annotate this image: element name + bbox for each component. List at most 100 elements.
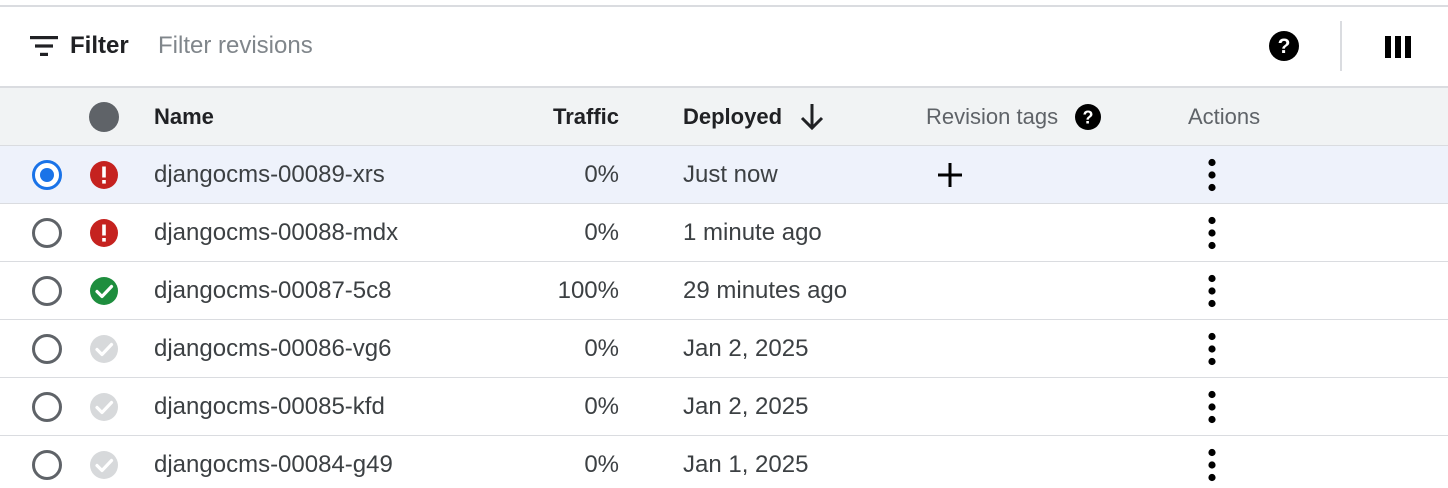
row-traffic-cell: 0% — [500, 378, 619, 435]
svg-text:?: ? — [1083, 107, 1094, 127]
filter-bar: Filter ? — [0, 7, 1448, 85]
row-traffic-cell: 0% — [500, 320, 619, 377]
row-tags-cell — [926, 146, 1166, 203]
row-name-cell: djangocms-00084-g49 — [154, 436, 514, 488]
revision-name: djangocms-00084-g49 — [154, 450, 393, 478]
table-row[interactable]: djangocms-00086-vg6 0% Jan 2, 2025 — [0, 320, 1448, 378]
row-traffic-cell: 100% — [500, 262, 619, 319]
row-radio-cell — [30, 146, 64, 203]
row-traffic-cell: 0% — [500, 204, 619, 261]
row-name-cell: djangocms-00088-mdx — [154, 204, 514, 261]
inactive-check-icon — [90, 392, 118, 421]
filter-button[interactable]: Filter — [30, 29, 129, 63]
row-status — [88, 378, 120, 435]
deployed-header-label: Deployed — [683, 103, 783, 129]
deployed-time: Jan 2, 2025 — [683, 392, 809, 420]
revision-name: djangocms-00088-mdx — [154, 218, 399, 246]
row-name-cell: djangocms-00086-vg6 — [154, 320, 514, 377]
row-deployed-cell: 1 minute ago — [683, 204, 903, 261]
row-radio-button[interactable] — [32, 159, 62, 190]
traffic-value: 0% — [584, 392, 619, 420]
row-actions-cell — [1196, 262, 1228, 319]
traffic-header-label: Traffic — [552, 103, 619, 129]
row-deployed-cell: 29 minutes ago — [683, 262, 903, 319]
more-vert-icon[interactable] — [1207, 158, 1217, 192]
revisions-table: Name Traffic Deployed Revision tags ? Ac… — [0, 86, 1448, 488]
revisions-panel: Filter ? Name Traffic Deployed — [0, 0, 1448, 488]
status-header — [88, 88, 120, 145]
row-name-cell: djangocms-00089-xrs — [154, 146, 514, 203]
deployed-time: Jan 2, 2025 — [683, 334, 809, 362]
more-vert-icon[interactable] — [1207, 332, 1217, 366]
row-radio-button[interactable] — [32, 217, 62, 248]
row-actions-cell — [1196, 146, 1228, 203]
table-row[interactable]: djangocms-00087-5c8 100% 29 minutes ago — [0, 262, 1448, 320]
traffic-value: 0% — [584, 160, 619, 188]
row-name-cell: djangocms-00087-5c8 — [154, 262, 514, 319]
name-header[interactable]: Name — [154, 88, 514, 145]
row-radio-button[interactable] — [32, 449, 62, 480]
row-radio-cell — [30, 262, 64, 319]
traffic-header[interactable]: Traffic — [500, 88, 619, 145]
deployed-header[interactable]: Deployed — [683, 88, 903, 145]
row-deployed-cell: Jan 1, 2025 — [683, 436, 903, 488]
revision-tags-header-label: Revision tags — [926, 103, 1059, 129]
row-tags-cell — [926, 320, 1166, 377]
check-circle-icon — [90, 276, 118, 305]
row-radio-button[interactable] — [32, 391, 62, 422]
name-header-label: Name — [154, 103, 214, 129]
revision-name: djangocms-00087-5c8 — [154, 276, 392, 304]
traffic-value: 0% — [584, 334, 619, 362]
more-vert-icon[interactable] — [1207, 448, 1217, 482]
deployed-time: Just now — [683, 160, 778, 188]
row-actions-cell — [1196, 204, 1228, 261]
traffic-value: 0% — [584, 450, 619, 478]
revision-name: djangocms-00089-xrs — [154, 160, 385, 188]
row-tags-cell — [926, 204, 1166, 261]
row-status — [88, 320, 120, 377]
help-icon[interactable]: ? — [1074, 103, 1102, 131]
arrow-down-icon[interactable] — [800, 103, 824, 131]
svg-text:?: ? — [1278, 35, 1291, 58]
inactive-check-icon — [90, 334, 118, 363]
add-tag-icon[interactable] — [936, 161, 964, 189]
row-actions-cell — [1196, 436, 1228, 488]
row-radio-cell — [30, 204, 64, 261]
revision-name: djangocms-00085-kfd — [154, 392, 385, 420]
table-body: djangocms-00089-xrs 0% Just now djangocms-0… — [0, 146, 1448, 488]
table-row[interactable]: djangocms-00084-g49 0% Jan 1, 2025 — [0, 436, 1448, 488]
table-row[interactable]: djangocms-00088-mdx 0% 1 minute ago — [0, 204, 1448, 262]
row-status — [88, 146, 120, 203]
help-icon[interactable]: ? — [1268, 30, 1300, 62]
table-row[interactable]: djangocms-00085-kfd 0% Jan 2, 2025 — [0, 378, 1448, 436]
more-vert-icon[interactable] — [1207, 390, 1217, 424]
row-deployed-cell: Jan 2, 2025 — [683, 320, 903, 377]
row-actions-cell — [1196, 378, 1228, 435]
error-icon — [90, 160, 118, 189]
toolbar-divider — [1340, 21, 1342, 71]
more-vert-icon[interactable] — [1207, 274, 1217, 308]
row-radio-button[interactable] — [32, 275, 62, 306]
revision-tags-header: Revision tags ? — [926, 88, 1166, 145]
row-status — [88, 204, 120, 261]
table-row[interactable]: djangocms-00089-xrs 0% Just now — [0, 146, 1448, 204]
row-tags-cell — [926, 378, 1166, 435]
traffic-value: 100% — [557, 276, 619, 304]
actions-header: Actions — [1188, 88, 1308, 145]
filter-input[interactable] — [158, 29, 1158, 63]
deployed-time: Jan 1, 2025 — [683, 450, 809, 478]
row-radio-cell — [30, 436, 64, 488]
deployed-time: 1 minute ago — [683, 218, 822, 246]
inactive-check-icon — [90, 450, 118, 479]
row-status — [88, 262, 120, 319]
row-radio-cell — [30, 378, 64, 435]
row-radio-button[interactable] — [32, 333, 62, 364]
revision-name: djangocms-00086-vg6 — [154, 334, 392, 362]
filter-list-icon — [30, 36, 58, 56]
error-icon — [90, 218, 118, 247]
row-deployed-cell: Just now — [683, 146, 903, 203]
filter-label: Filter — [70, 32, 129, 59]
column-display-icon[interactable] — [1384, 33, 1412, 61]
more-vert-icon[interactable] — [1207, 216, 1217, 250]
deployed-time: 29 minutes ago — [683, 276, 848, 304]
